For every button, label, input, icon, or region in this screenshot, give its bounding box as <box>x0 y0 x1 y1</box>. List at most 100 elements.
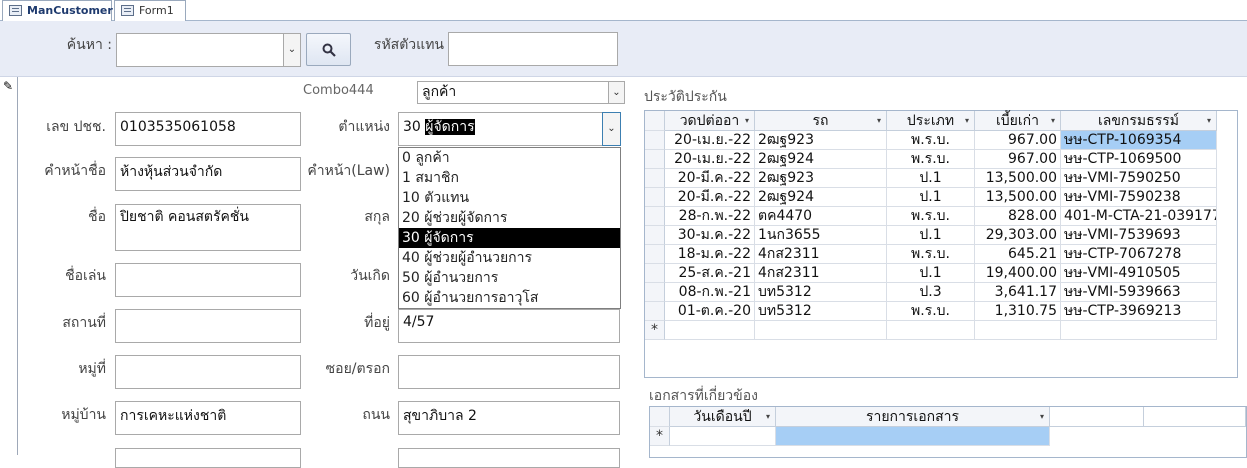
row-selector[interactable] <box>645 264 665 283</box>
tab-form1[interactable]: Form1 <box>114 0 186 21</box>
position-dropdown-button[interactable]: ⌄ <box>602 112 621 146</box>
car-cell[interactable]: บท5312 <box>755 302 887 321</box>
search-combo[interactable] <box>116 33 285 67</box>
position-option-selected[interactable]: 30 ผู้จัดการ <box>399 228 620 248</box>
policy-number-cell[interactable]: ษษ-VMI-7590250 <box>1061 169 1217 188</box>
agent-code-input[interactable] <box>448 32 618 66</box>
position-combo[interactable]: 30 ผู้จัดการ <box>398 112 604 146</box>
type-cell[interactable]: พ.ร.บ. <box>887 131 975 150</box>
old-premium-cell[interactable]: 828.00 <box>975 207 1061 226</box>
row-selector[interactable] <box>645 283 665 302</box>
old-premium-cell[interactable]: 13,500.00 <box>975 188 1061 207</box>
renewal-date-cell[interactable]: 20-มี.ค.-22 <box>665 188 755 207</box>
old-premium-cell[interactable]: 967.00 <box>975 150 1061 169</box>
column-header-car[interactable]: รถ ▾ <box>755 111 887 131</box>
new-row-old-premium-cell[interactable] <box>975 321 1061 340</box>
row-selector[interactable] <box>645 169 665 188</box>
combo444-field[interactable]: ลูกค้า <box>417 81 610 104</box>
old-premium-cell[interactable]: 1,310.75 <box>975 302 1061 321</box>
renewal-date-cell[interactable]: 20-เม.ย.-22 <box>665 131 755 150</box>
car-cell[interactable]: บท5312 <box>755 283 887 302</box>
search-dropdown-button[interactable]: ⌄ <box>283 33 301 67</box>
renewal-date-cell[interactable]: 30-ม.ค.-22 <box>665 226 755 245</box>
old-premium-cell[interactable]: 13,500.00 <box>975 169 1061 188</box>
row-selector[interactable] <box>645 302 665 321</box>
car-cell[interactable]: 2ฒฐ923 <box>755 131 887 150</box>
row-selector[interactable] <box>645 131 665 150</box>
policy-number-cell[interactable]: ษษ-CTP-1069354 <box>1061 131 1217 150</box>
row-selector[interactable] <box>645 226 665 245</box>
column-header-document-list[interactable]: รายการเอกสาร ▾ <box>776 407 1050 427</box>
insurance-history-grid[interactable]: วดปต่ออา ▾ รถ ▾ ประเภท ▾ เบี้ยเก่า ▾ เลขกรมธ… <box>644 110 1238 378</box>
policy-number-cell[interactable]: ษษ-VMI-7539693 <box>1061 226 1217 245</box>
road-field[interactable]: สุขาภิบาล 2 <box>398 401 620 435</box>
new-row-document-cell[interactable] <box>776 427 1050 446</box>
new-row-marker[interactable]: * <box>645 321 665 340</box>
column-header-policy-number[interactable]: เลขกรมธรรม์ ▾ <box>1061 111 1217 131</box>
type-cell[interactable]: ป.1 <box>887 264 975 283</box>
record-selector[interactable] <box>0 77 18 455</box>
new-row-marker[interactable]: * <box>650 427 670 446</box>
place-field[interactable] <box>115 309 301 343</box>
type-cell[interactable]: พ.ร.บ. <box>887 302 975 321</box>
moo-field[interactable] <box>115 355 301 389</box>
tax-id-field[interactable]: 0103535061058 <box>115 112 301 146</box>
grid-select-all[interactable] <box>645 111 665 131</box>
policy-number-cell[interactable]: ษษ-CTP-1069500 <box>1061 150 1217 169</box>
district-field-partial[interactable] <box>115 448 301 468</box>
renewal-date-cell[interactable]: 28-ก.พ.-22 <box>665 207 755 226</box>
type-cell[interactable]: ป.1 <box>887 226 975 245</box>
row-selector[interactable] <box>645 245 665 264</box>
mobile-field-partial[interactable] <box>398 448 620 468</box>
renewal-date-cell[interactable]: 01-ต.ค.-20 <box>665 302 755 321</box>
old-premium-cell[interactable]: 29,303.00 <box>975 226 1061 245</box>
policy-number-cell[interactable]: ษษ-VMI-5939663 <box>1061 283 1217 302</box>
car-cell[interactable]: 2ฒฐ924 <box>755 188 887 207</box>
column-header-renewal-date[interactable]: วดปต่ออา ▾ <box>665 111 755 131</box>
renewal-date-cell[interactable]: 18-ม.ค.-22 <box>665 245 755 264</box>
renewal-date-cell[interactable]: 20-มี.ค.-22 <box>665 169 755 188</box>
row-selector[interactable] <box>645 150 665 169</box>
new-row-type-cell[interactable] <box>887 321 975 340</box>
position-dropdown-list[interactable]: 0 ลูกค้า 1 สมาชิก 10 ตัวแทน 20 ผู้ช่วยผู… <box>398 147 621 309</box>
new-row-policy-number-cell[interactable] <box>1061 321 1217 340</box>
grid-select-all[interactable] <box>650 407 670 427</box>
car-cell[interactable]: 1นก3655 <box>755 226 887 245</box>
column-header-type[interactable]: ประเภท ▾ <box>887 111 975 131</box>
type-cell[interactable]: พ.ร.บ. <box>887 245 975 264</box>
old-premium-cell[interactable]: 19,400.00 <box>975 264 1061 283</box>
prefix-field[interactable]: ห้างหุ้นส่วนจำกัด <box>115 157 301 191</box>
search-button[interactable] <box>306 33 351 66</box>
position-option[interactable]: 1 สมาชิก <box>399 168 620 188</box>
tab-mancustomer[interactable]: ManCustomer <box>2 0 113 22</box>
nickname-field[interactable] <box>115 263 301 297</box>
car-cell[interactable]: 4กส2311 <box>755 245 887 264</box>
address-field[interactable]: 4/57 <box>398 309 620 343</box>
car-cell[interactable]: 4กส2311 <box>755 264 887 283</box>
position-option[interactable]: 60 ผู้อำนวยการอาวุโส <box>399 288 620 308</box>
position-option[interactable]: 50 ผู้อำนวยการ <box>399 268 620 288</box>
documents-grid[interactable]: วันเดือนปี ▾ รายการเอกสาร ▾ * <box>649 406 1247 458</box>
type-cell[interactable]: ป.3 <box>887 283 975 302</box>
type-cell[interactable]: พ.ร.บ. <box>887 150 975 169</box>
policy-number-cell[interactable]: 401-M-CTA-21-039177 <box>1061 207 1217 226</box>
car-cell[interactable]: ตค4470 <box>755 207 887 226</box>
policy-number-cell[interactable]: ษษ-CTP-3969213 <box>1061 302 1217 321</box>
column-header-date[interactable]: วันเดือนปี ▾ <box>670 407 776 427</box>
policy-number-cell[interactable]: ษษ-CTP-7067278 <box>1061 245 1217 264</box>
soi-field[interactable] <box>398 355 620 389</box>
new-row-date-cell[interactable] <box>670 427 776 446</box>
new-row-car-cell[interactable] <box>755 321 887 340</box>
row-selector[interactable] <box>645 188 665 207</box>
row-selector[interactable] <box>645 207 665 226</box>
type-cell[interactable]: ป.1 <box>887 188 975 207</box>
name-field[interactable]: ปิยชาติ คอนสตรัคชั่น <box>115 204 301 251</box>
renewal-date-cell[interactable]: 20-เม.ย.-22 <box>665 150 755 169</box>
renewal-date-cell[interactable]: 08-ก.พ.-21 <box>665 283 755 302</box>
type-cell[interactable]: ป.1 <box>887 169 975 188</box>
position-option[interactable]: 20 ผู้ช่วยผู้จัดการ <box>399 208 620 228</box>
old-premium-cell[interactable]: 3,641.17 <box>975 283 1061 302</box>
combo444-dropdown-button[interactable]: ⌄ <box>608 81 625 104</box>
car-cell[interactable]: 2ฒฐ924 <box>755 150 887 169</box>
old-premium-cell[interactable]: 967.00 <box>975 131 1061 150</box>
